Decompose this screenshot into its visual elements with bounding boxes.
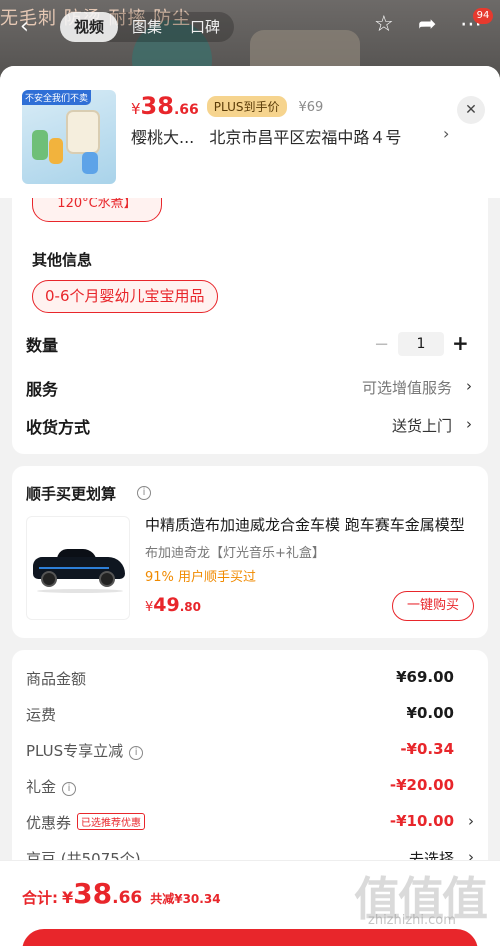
fee-row-plus-discount: PLUS专享立减 i -¥0.34 xyxy=(26,740,474,762)
fee-row-shipping: 运费 ¥0.00 xyxy=(26,704,474,726)
chevron-right-icon[interactable]: › xyxy=(468,812,474,830)
favorite-star-icon[interactable]: ☆ xyxy=(374,12,394,37)
chevron-right-icon[interactable]: › xyxy=(443,124,449,143)
receiver-name: 樱桃大... xyxy=(131,128,195,147)
service-label: 服务 xyxy=(26,380,59,399)
car-wheel xyxy=(41,571,57,587)
fee-label-text: PLUS专享立减 xyxy=(26,742,124,760)
quantity-input[interactable]: 1 xyxy=(398,332,444,356)
addon-buy-ratio: 91% 用户顺手买过 xyxy=(145,570,257,585)
total-decimal: .66 xyxy=(112,888,143,908)
thumbnail-tag: 不安全我们不卖 xyxy=(22,90,92,105)
watermark: 值值值 zhizhizhi.com xyxy=(352,863,492,933)
service-value[interactable]: 可选增值服务 xyxy=(362,377,452,398)
addon-product-spec: 布加迪奇龙【灯光音乐+礼盒】 xyxy=(145,546,325,561)
sheet-header: 不安全我们不卖 ¥ 38 .66 PLUS到手价 ¥69 樱桃大... 北京市昌… xyxy=(0,66,500,198)
fee-row-coupon[interactable]: 优惠券 已选推荐优惠 -¥10.00 › xyxy=(26,812,474,834)
one-click-buy-button[interactable]: 一键购买 xyxy=(392,591,474,621)
share-icon[interactable]: ➦ xyxy=(418,12,436,37)
order-total: 合计: ¥ 38 .66 共减¥30.34 xyxy=(22,877,221,910)
fee-value: ¥0.00 xyxy=(406,704,454,722)
coupon-tag: 已选推荐优惠 xyxy=(77,813,146,830)
fee-value: -¥0.34 xyxy=(400,740,454,758)
order-sheet: 不安全我们不卖 ¥ 38 .66 PLUS到手价 ¥69 樱桃大... 北京市昌… xyxy=(0,66,500,946)
submit-order-button[interactable] xyxy=(22,929,478,946)
addon-title: 顺手买更划算 xyxy=(26,485,117,503)
fee-row-gift-money: 礼金 i -¥20.00 xyxy=(26,776,474,798)
delivery-method-value[interactable]: 送货上门 xyxy=(392,415,452,436)
fee-value: ¥69.00 xyxy=(396,668,454,686)
fee-label: 运费 xyxy=(26,706,57,724)
sterilizer-case-image xyxy=(66,110,100,154)
price-integer: 49 xyxy=(153,594,180,616)
car-shadow xyxy=(37,589,123,593)
car-wheel xyxy=(99,571,115,587)
price-currency: ¥ xyxy=(131,100,141,118)
close-button[interactable]: ✕ xyxy=(457,96,485,124)
quantity-label: 数量 xyxy=(26,336,59,355)
total-integer: 38 xyxy=(73,877,113,910)
spec-option-chip-selected[interactable]: 0-6个月婴幼儿宝宝用品 xyxy=(32,280,218,313)
quantity-minus-button[interactable]: − xyxy=(374,334,389,355)
fee-row-goods: 商品金额 ¥69.00 xyxy=(26,668,474,690)
fee-label: PLUS专享立减 i xyxy=(26,740,144,761)
bottle-image xyxy=(32,130,48,160)
total-currency: ¥ xyxy=(62,888,74,907)
quantity-plus-button[interactable]: + xyxy=(452,331,469,355)
car-image xyxy=(39,567,109,569)
bottle-image xyxy=(82,152,98,174)
fee-summary-card: 商品金额 ¥69.00 运费 ¥0.00 PLUS专享立减 i -¥0.34 礼金… xyxy=(12,650,488,890)
watermark-text: zhizhizhi.com xyxy=(368,913,456,928)
message-count-badge: 94 xyxy=(473,8,493,24)
product-thumbnail[interactable]: 不安全我们不卖 xyxy=(22,90,116,184)
options-card: 120°C水煮】 其他信息 0-6个月婴幼儿宝宝用品 数量 − 1 + 服务 可… xyxy=(12,178,488,454)
address-row[interactable]: 樱桃大... 北京市昌平区宏福中路４号 xyxy=(131,124,461,147)
fee-value: -¥20.00 xyxy=(389,776,454,794)
price-decimal: .66 xyxy=(173,102,199,118)
other-info-label: 其他信息 xyxy=(32,251,93,269)
original-price: ¥69 xyxy=(298,100,324,115)
addon-product-name[interactable]: 中精质造布加迪威龙合金车模 跑车赛车金属模型 xyxy=(145,514,475,535)
price-decimal: .80 xyxy=(179,600,201,614)
sheet-price: ¥ 38 .66 PLUS到手价 ¥69 xyxy=(131,92,323,120)
info-icon[interactable]: i xyxy=(129,746,144,760)
fee-label-text: 礼金 xyxy=(26,778,57,796)
info-icon[interactable]: i xyxy=(137,486,151,500)
info-icon[interactable]: i xyxy=(62,782,77,796)
addon-card: 顺手买更划算 i 中精质造布加迪威龙合金车模 跑车赛车金属模型 布加迪奇龙【灯光… xyxy=(12,466,488,638)
addon-product-image[interactable] xyxy=(26,516,130,620)
bottom-bar: 合计: ¥ 38 .66 共减¥30.34 值值值 zhizhizhi.com xyxy=(0,860,500,946)
tab-reviews[interactable]: 口碑 xyxy=(176,12,234,42)
fee-label: 商品金额 xyxy=(26,670,87,688)
bottle-image xyxy=(49,138,63,164)
delivery-method-label: 收货方式 xyxy=(26,418,91,437)
chevron-right-icon[interactable]: › xyxy=(466,377,472,395)
delivery-address: 北京市昌平区宏福中路４号 xyxy=(209,128,402,147)
media-tabs: 视频 图集 口碑 xyxy=(60,12,235,42)
price-currency: ¥ xyxy=(145,600,154,615)
fee-value: -¥10.00 xyxy=(389,812,454,830)
total-saving: 共减¥30.34 xyxy=(150,892,221,906)
addon-price: ¥ 49 .80 xyxy=(145,594,201,616)
total-label: 合计: xyxy=(22,889,58,907)
back-icon[interactable]: ‹ xyxy=(20,14,29,39)
tab-video[interactable]: 视频 xyxy=(60,12,119,42)
plus-price-tag: PLUS到手价 xyxy=(206,96,287,117)
fee-label: 礼金 i xyxy=(26,776,77,797)
chevron-right-icon[interactable]: › xyxy=(466,415,472,433)
price-integer: 38 xyxy=(140,92,174,120)
tab-gallery[interactable]: 图集 xyxy=(118,12,176,42)
fee-label: 优惠券 已选推荐优惠 xyxy=(26,812,146,833)
fee-label-text: 优惠券 xyxy=(26,814,72,832)
